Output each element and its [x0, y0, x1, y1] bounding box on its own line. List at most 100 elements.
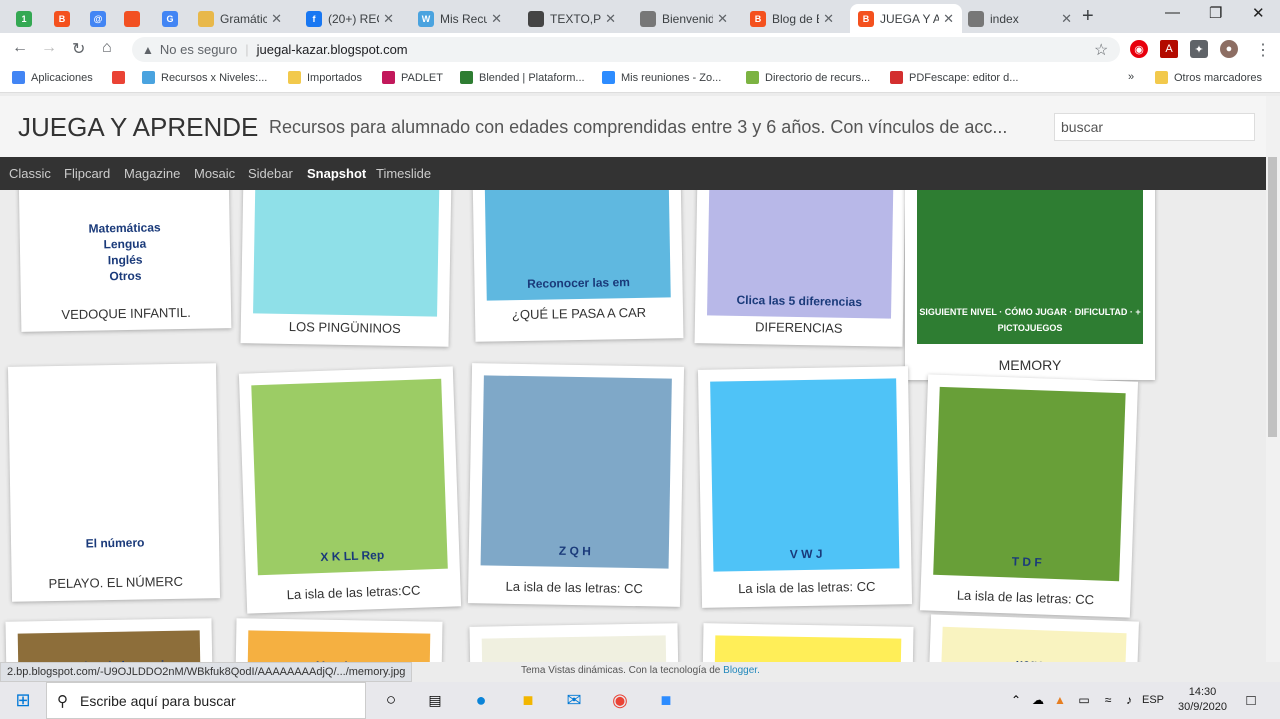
- tab-favicon-icon: B: [858, 10, 874, 27]
- tray-chevron-icon[interactable]: ⌃: [1005, 689, 1027, 711]
- tab-11[interactable]: B JUEGA Y A ✕: [850, 4, 962, 33]
- bookmark-item[interactable]: PADLET: [382, 71, 443, 84]
- tab-close-icon[interactable]: ✕: [717, 11, 728, 27]
- address-bar[interactable]: ▲ No es seguro | juegal-kazar.blogspot.c…: [132, 37, 1120, 62]
- pdf-extension-icon[interactable]: A: [1160, 40, 1178, 58]
- card-thumbnail: X K LL Rep: [251, 378, 448, 576]
- volume-icon[interactable]: ♪: [1118, 689, 1140, 711]
- bookmark-item[interactable]: Mis reuniones - Zo...: [602, 71, 721, 84]
- taskbar-search[interactable]: ⚲ Escribe aquí para buscar: [46, 682, 366, 719]
- snapshot-card[interactable]: Reconocer las em ¿QUÉ LE PASA A CAR: [472, 190, 684, 342]
- edge-icon[interactable]: ●: [470, 689, 492, 711]
- new-tab-button[interactable]: +: [1082, 5, 1094, 28]
- snapshot-card[interactable]: Matemáticas Lengua Inglés Otros VEDOQUE I…: [18, 190, 232, 332]
- card-caption: VEDOQUE INFANTIL.: [61, 304, 191, 323]
- tab-10[interactable]: B Blog de Ec ✕: [742, 4, 842, 33]
- snapshot-card[interactable]: Z Q H La isla de las letras: CC: [467, 363, 685, 607]
- bookmark-item[interactable]: Otros marcadores: [1155, 71, 1262, 84]
- tab-close-icon[interactable]: ✕: [383, 11, 394, 27]
- extensions-puzzle-icon[interactable]: ✦: [1190, 40, 1208, 58]
- tab-3[interactable]: [116, 4, 144, 33]
- tab-favicon-icon: [968, 10, 984, 27]
- search-icon: ⚲: [57, 692, 68, 710]
- tab-7[interactable]: W Mis RecuT✕: [410, 4, 510, 33]
- view-option-classic[interactable]: Classic: [9, 166, 51, 181]
- blog-title[interactable]: JUEGA Y APRENDE: [18, 112, 258, 143]
- tab-6[interactable]: f (20+) REC ✕: [298, 4, 402, 33]
- tab-0[interactable]: 1: [8, 4, 36, 33]
- bookmark-label: Directorio de recurs...: [765, 71, 871, 84]
- blog-credits: Tema Vistas dinámicas. Con la tecnología…: [521, 665, 760, 676]
- snapshot-card[interactable]: T D F La isla de las letras: CC: [919, 374, 1139, 618]
- tab-4[interactable]: G: [154, 4, 182, 33]
- snapshot-card[interactable]: Juega con las palab: [702, 623, 914, 662]
- bookmark-item[interactable]: [112, 71, 131, 84]
- cortana-icon[interactable]: ○: [380, 689, 402, 711]
- snapshot-card[interactable]: V W J La isla de las letras: CC: [697, 366, 913, 608]
- security-label: No es seguro: [159, 42, 238, 57]
- forward-icon[interactable]: →: [41, 39, 57, 57]
- bookmark-star-icon[interactable]: ☆: [1094, 40, 1108, 60]
- snapshot-card[interactable]: SIGUIENTE NIVEL · CÓMO JUGAR · DIFICULTA…: [905, 190, 1155, 380]
- snapshot-card[interactable]: Clica las 5 diferencias DIFERENCIAS: [694, 190, 906, 347]
- snapshot-card[interactable]: LOS PINGÜNINOS: [240, 190, 452, 347]
- view-switcher-bar: Classic Flipcard Magazine Mosaic Sidebar Snap…: [0, 157, 1266, 190]
- notifications-icon[interactable]: □: [1240, 689, 1262, 711]
- tab-8[interactable]: TEXTO,PÁ✕: [520, 4, 624, 33]
- windows-start-icon[interactable]: ⊞: [12, 689, 34, 711]
- tab-2[interactable]: @: [82, 4, 110, 33]
- view-option-flipcard[interactable]: Flipcard: [64, 166, 110, 181]
- profile-avatar[interactable]: ●: [1220, 40, 1238, 58]
- tab-1[interactable]: B: [46, 4, 74, 33]
- file-explorer-icon[interactable]: ■: [517, 689, 539, 711]
- view-option-mosaic[interactable]: Mosaic: [194, 166, 235, 181]
- tab-close-icon[interactable]: ✕: [271, 11, 282, 27]
- view-option-magazine[interactable]: Magazine: [124, 166, 180, 181]
- battery-icon[interactable]: ▭: [1073, 689, 1095, 711]
- bookmark-item[interactable]: Aplicaciones: [12, 71, 93, 84]
- snapshot-card[interactable]: uegos: [929, 614, 1139, 662]
- bookmark-item[interactable]: Directorio de recurs...: [746, 71, 870, 84]
- snapshot-card[interactable]: Jugando con palabras: [469, 623, 679, 662]
- close-window-button[interactable]: ✕: [1252, 4, 1265, 22]
- view-option-sidebar[interactable]: Sidebar: [248, 166, 293, 181]
- chrome-icon[interactable]: ◉: [609, 689, 631, 711]
- wifi-icon[interactable]: ≈: [1097, 689, 1119, 711]
- tab-close-icon[interactable]: ✕: [943, 11, 954, 27]
- adblock-extension-icon[interactable]: ◉: [1130, 40, 1148, 58]
- language-indicator[interactable]: ESP: [1142, 694, 1164, 706]
- snapshot-card[interactable]: El número PELAYO. EL NÚMERC: [7, 363, 221, 602]
- tab-5[interactable]: Gramática✕: [190, 4, 290, 33]
- scrollbar-thumb[interactable]: [1268, 157, 1277, 437]
- tab-9[interactable]: Bienvenid ✕: [632, 4, 736, 33]
- zoom-icon[interactable]: ■: [655, 689, 677, 711]
- bookmark-item[interactable]: Importados: [288, 71, 362, 84]
- snapshot-card[interactable]: Animales de la granja: [5, 618, 213, 662]
- blogger-link[interactable]: Blogger.: [723, 665, 760, 676]
- maximize-button[interactable]: ❐: [1209, 4, 1222, 22]
- minimize-button[interactable]: —: [1165, 4, 1180, 21]
- tray-app-icon[interactable]: ▲: [1049, 689, 1071, 711]
- cloud-icon[interactable]: ☁: [1027, 689, 1049, 711]
- clock[interactable]: 14:30 30/9/2020: [1178, 685, 1227, 715]
- bookmarks-overflow[interactable]: »: [1128, 71, 1134, 83]
- snapshot-card[interactable]: X K LL Rep La isla de las letras:CC: [238, 366, 462, 614]
- view-option-timeslide[interactable]: Timeslide: [376, 166, 431, 181]
- reload-icon[interactable]: ↻: [72, 39, 85, 59]
- blog-search-input[interactable]: buscar: [1054, 113, 1255, 141]
- bookmark-item[interactable]: PDFescape: editor d...: [890, 71, 1018, 84]
- home-icon[interactable]: ⌂: [102, 39, 112, 57]
- menu-kebab-icon[interactable]: ⋮: [1255, 40, 1271, 60]
- snapshot-card[interactable]: Vocales: [235, 618, 443, 662]
- tab-close-icon[interactable]: ✕: [823, 11, 834, 27]
- back-icon[interactable]: ←: [12, 39, 28, 57]
- mail-icon[interactable]: ✉: [563, 689, 585, 711]
- tab-12[interactable]: index ✕: [960, 4, 1080, 33]
- task-view-icon[interactable]: ▤: [424, 689, 446, 711]
- bookmark-item[interactable]: Blended | Plataform...: [460, 71, 585, 84]
- tab-close-icon[interactable]: ✕: [1061, 11, 1072, 27]
- view-option-snapshot[interactable]: Snapshot: [307, 166, 366, 181]
- tab-close-icon[interactable]: ✕: [605, 11, 616, 27]
- bookmark-item[interactable]: Recursos x Niveles:...: [142, 71, 267, 84]
- tab-close-icon[interactable]: ✕: [491, 11, 502, 27]
